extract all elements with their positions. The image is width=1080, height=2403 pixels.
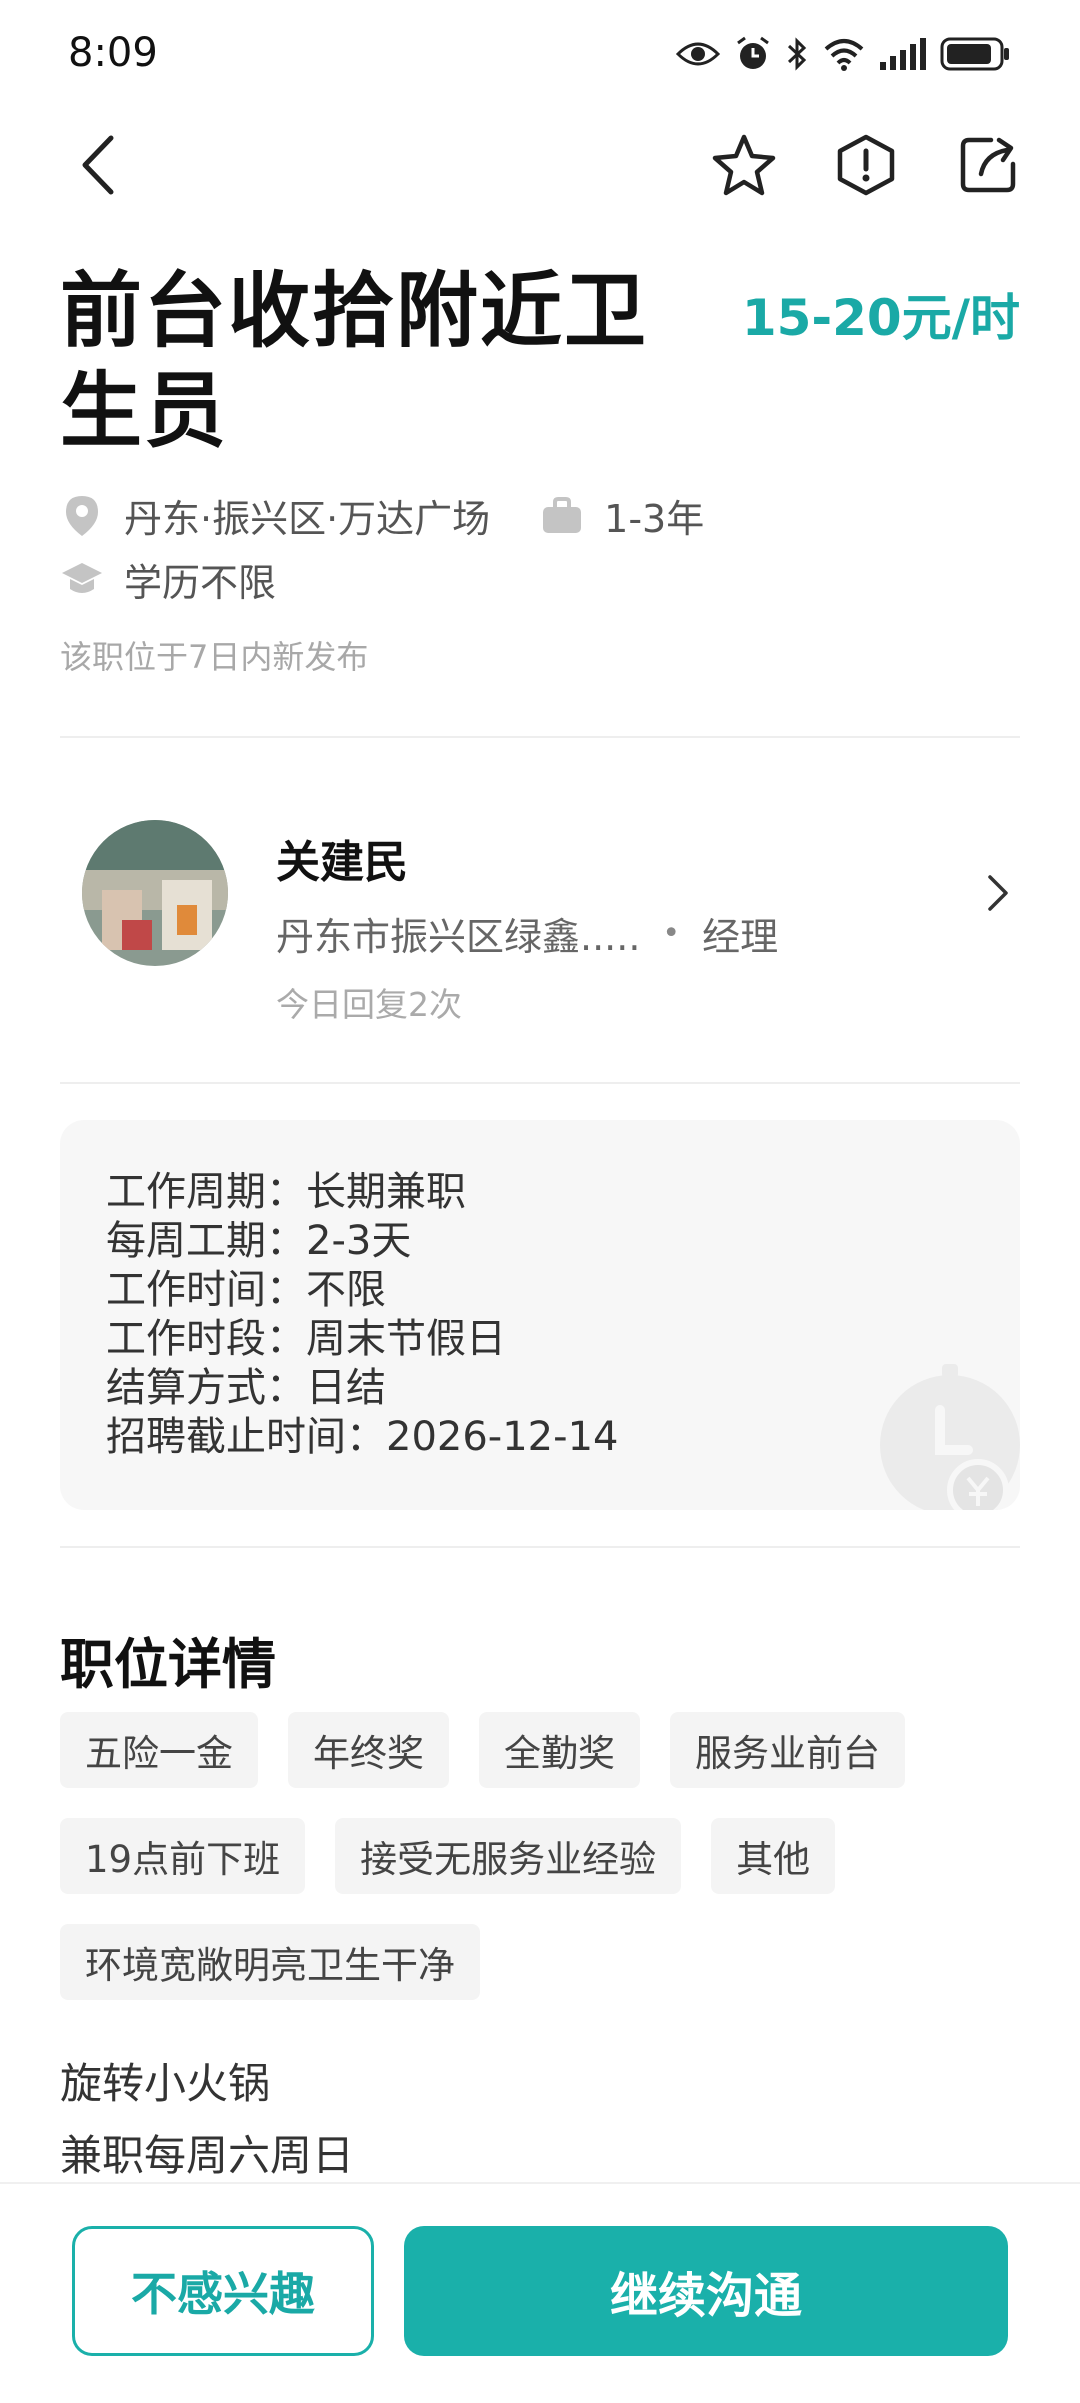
clock-salary-watermark-icon [880, 1364, 1020, 1510]
info-label: 工作时段： [106, 1316, 306, 1362]
info-line: 工作时段： 周末节假日 [106, 1315, 618, 1364]
info-value: 2026-12-14 [386, 1414, 619, 1460]
info-value: 不限 [306, 1267, 386, 1313]
share-button[interactable] [946, 123, 1030, 207]
report-button[interactable] [824, 123, 908, 207]
recruiter-role: 经理 [702, 915, 779, 959]
info-line: 每周工期： 2-3天 [106, 1217, 618, 1266]
recruiter-detail-button[interactable] [978, 868, 1018, 918]
info-label: 每周工期： [106, 1218, 306, 1264]
reply-note: 今日回复2次 [276, 985, 462, 1024]
star-icon [712, 134, 776, 196]
location-text: 丹东·振兴区·万达广场 [124, 497, 491, 541]
status-bar: 8:09 [0, 0, 1080, 110]
info-line: 工作时间： 不限 [106, 1266, 618, 1315]
info-value: 日结 [306, 1365, 386, 1411]
education-text: 学历不限 [124, 561, 277, 605]
divider [60, 1082, 1020, 1084]
info-label: 工作时间： [106, 1267, 306, 1313]
info-value: 长期兼职 [306, 1169, 466, 1215]
tag: 服务业前台 [670, 1712, 905, 1788]
meta-row-location: 丹东·振兴区·万达广场 1-3年 [60, 488, 704, 543]
location-pin-icon [60, 494, 104, 538]
tag: 环境宽敞明亮卫生干净 [60, 1924, 480, 2000]
alarm-icon [737, 36, 769, 69]
info-label: 结算方式： [106, 1365, 306, 1411]
tag-list: 五险一金 年终奖 全勤奖 服务业前台 19点前下班 接受无服务业经验 其他 环境… [60, 1712, 1020, 2000]
divider [60, 1546, 1020, 1548]
recruiter-company: 丹东市振兴区绿鑫..... [276, 915, 641, 959]
tag: 五险一金 [60, 1712, 258, 1788]
meta-row-education: 学历不限 [60, 552, 276, 607]
signal-icon [880, 38, 926, 70]
status-time: 8:09 [68, 30, 158, 76]
posted-note: 该职位于7日内新发布 [60, 638, 369, 676]
battery-icon [940, 37, 1009, 71]
description-line: 旋转小火锅 [60, 2059, 271, 2108]
job-title: 前台收拾附近卫生员 [60, 264, 649, 459]
bluetooth-icon [787, 37, 807, 71]
salary: 15-20元/时 [741, 289, 1020, 347]
tag: 19点前下班 [60, 1818, 306, 1894]
back-icon [82, 135, 114, 195]
avatar[interactable] [82, 820, 228, 966]
divider [60, 736, 1020, 738]
info-line: 招聘截止时间： 2026-12-14 [106, 1413, 618, 1462]
continue-chat-button[interactable]: 继续沟通 [404, 2226, 1008, 2356]
tag: 其他 [711, 1818, 836, 1894]
description-line: 兼职每周六周日 [60, 2131, 355, 2180]
recruiter-company-line: 丹东市振兴区绿鑫..... • 经理 [276, 906, 778, 961]
info-label: 招聘截止时间： [106, 1414, 386, 1460]
status-icons [676, 30, 1010, 78]
job-info-card: 工作周期： 长期兼职 每周工期： 2-3天 工作时间： 不限 工作时段： 周末节假日 结… [60, 1120, 1020, 1510]
info-line: 结算方式： 日结 [106, 1364, 618, 1413]
recruiter-name: 关建民 [276, 837, 408, 888]
back-button[interactable] [62, 120, 132, 210]
report-icon [837, 134, 895, 196]
eye-icon [676, 42, 720, 66]
graduation-cap-icon [60, 558, 104, 602]
info-label: 工作周期： [106, 1169, 306, 1215]
share-icon [960, 137, 1016, 193]
nav-actions [702, 120, 1030, 210]
tag: 接受无服务业经验 [335, 1818, 682, 1894]
info-lines: 工作周期： 长期兼职 每周工期： 2-3天 工作时间： 不限 工作时段： 周末节假日 结… [106, 1168, 618, 1462]
briefcase-icon [540, 494, 584, 538]
chevron-right-icon [988, 875, 1008, 911]
tag: 全勤奖 [479, 1712, 640, 1788]
tag: 年终奖 [288, 1712, 449, 1788]
separator-dot: • [662, 916, 681, 951]
info-line: 工作周期： 长期兼职 [106, 1168, 618, 1217]
favorite-button[interactable] [702, 123, 786, 207]
section-title-job-details: 职位详情 [60, 1633, 276, 1696]
not-interested-button[interactable]: 不感兴趣 [72, 2226, 374, 2356]
info-value: 周末节假日 [306, 1316, 506, 1362]
experience-text: 1-3年 [604, 497, 705, 541]
wifi-icon [824, 39, 864, 71]
info-value: 2-3天 [306, 1218, 412, 1264]
